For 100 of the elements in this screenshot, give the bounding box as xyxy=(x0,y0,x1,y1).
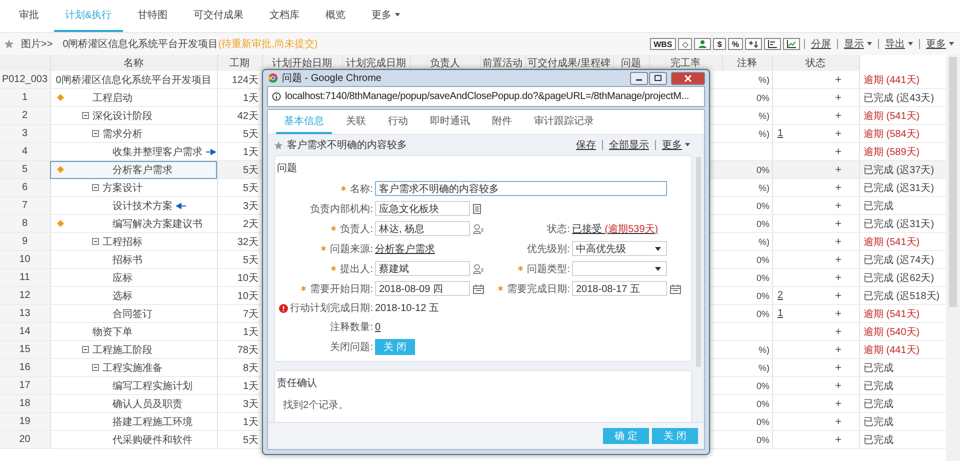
name-cell[interactable]: 工程实施准备 xyxy=(50,358,217,376)
add-note-button[interactable]: + xyxy=(835,434,842,446)
name-cell[interactable]: 招标书 xyxy=(50,250,217,268)
nav-tab[interactable]: 甘特图 xyxy=(126,0,179,32)
name-cell[interactable]: 需求分析 xyxy=(50,124,217,142)
tool-button[interactable]: WBS xyxy=(650,38,676,50)
field-link[interactable]: 分析客户需求 xyxy=(375,242,470,256)
add-note-button[interactable]: + xyxy=(835,110,842,122)
name-cell[interactable]: 物资下单 xyxy=(50,322,217,340)
collapse-icon[interactable] xyxy=(82,112,88,119)
tool-button[interactable]: % xyxy=(728,38,743,50)
name-cell[interactable]: 应标 xyxy=(50,268,217,286)
column-header[interactable]: 名称 xyxy=(50,55,217,71)
action-link[interactable]: 更多 xyxy=(660,138,692,152)
action-link[interactable]: 保存 xyxy=(574,138,598,152)
add-note-button[interactable]: + xyxy=(835,236,842,248)
tab[interactable]: 审计跟踪记录 xyxy=(526,110,602,134)
star-icon[interactable] xyxy=(4,39,14,49)
tab[interactable]: 关联 xyxy=(338,110,374,134)
name-cell[interactable]: 选标 xyxy=(50,286,217,304)
add-note-button[interactable]: + xyxy=(835,308,842,320)
nav-tab[interactable]: 更多 xyxy=(360,0,411,32)
nav-tab[interactable]: 审批 xyxy=(8,0,50,32)
name-cell[interactable]: 工程招标 xyxy=(50,232,217,250)
name-cell[interactable]: 搭建工程施工环境 xyxy=(50,412,217,430)
nav-tab[interactable]: 文档库 xyxy=(258,0,311,32)
tool-button[interactable] xyxy=(764,38,781,50)
column-header[interactable]: 注释 xyxy=(722,55,772,71)
toolbar-menu[interactable]: 导出 xyxy=(883,37,915,51)
name-cell[interactable]: 设计技术方案 xyxy=(50,196,217,214)
tab[interactable]: 行动 xyxy=(380,110,416,134)
nav-tab[interactable]: 概览 xyxy=(314,0,357,32)
minimize-button[interactable] xyxy=(630,72,648,84)
add-note-button[interactable]: + xyxy=(835,398,842,410)
name-cell[interactable]: 工程启动 xyxy=(50,88,217,106)
text-field[interactable]: 蔡建斌 xyxy=(375,261,470,276)
toolbar-menu[interactable]: 显示 xyxy=(842,37,874,51)
add-note-button[interactable]: + xyxy=(835,290,842,302)
note-count-link[interactable]: 2 xyxy=(778,290,784,300)
name-cell[interactable]: 工程施工阶段 xyxy=(50,340,217,358)
person-icon[interactable] xyxy=(473,264,484,274)
close-button[interactable] xyxy=(671,72,705,84)
maximize-button[interactable] xyxy=(649,72,667,84)
add-note-button[interactable]: + xyxy=(835,200,842,212)
collapse-icon[interactable] xyxy=(92,238,98,245)
add-note-button[interactable]: + xyxy=(835,218,842,230)
add-note-button[interactable]: + xyxy=(835,164,842,176)
person-icon[interactable] xyxy=(473,224,484,234)
toolbar-menu[interactable]: 更多 xyxy=(924,37,956,51)
tab[interactable]: 即时通讯 xyxy=(422,110,478,134)
name-cell[interactable]: 深化设计阶段 xyxy=(50,106,217,124)
calendar-icon[interactable] xyxy=(473,284,484,294)
star-icon[interactable] xyxy=(274,140,283,150)
calendar-icon[interactable] xyxy=(670,284,681,294)
name-cell[interactable]: 编写解决方案建议书 xyxy=(50,214,217,232)
note-count-link[interactable]: 1 xyxy=(778,128,784,138)
name-cell[interactable]: 分析客户需求 xyxy=(50,160,217,178)
scrollbar[interactable] xyxy=(946,55,960,461)
add-note-button[interactable]: + xyxy=(835,416,842,428)
add-note-button[interactable]: + xyxy=(835,182,842,194)
name-cell[interactable]: 方案设计 xyxy=(50,178,217,196)
action-link[interactable]: 全部显示 xyxy=(607,138,651,152)
toolbar-menu[interactable]: 分屏 xyxy=(809,37,833,51)
add-note-button[interactable]: + xyxy=(835,272,842,284)
collapse-icon[interactable] xyxy=(92,184,98,191)
column-header[interactable]: 状态 xyxy=(772,55,859,71)
status-link[interactable]: 已接受 (逾期539天) xyxy=(572,222,667,236)
name-cell[interactable]: 代采购硬件和软件 xyxy=(50,430,217,448)
add-note-button[interactable]: + xyxy=(835,380,842,392)
tool-button[interactable]: ◇ xyxy=(678,38,692,50)
collapse-icon[interactable] xyxy=(92,130,98,137)
breadcrumb-link[interactable]: 图片>> xyxy=(21,37,53,51)
add-note-button[interactable]: + xyxy=(835,254,842,266)
add-note-button[interactable]: + xyxy=(835,74,842,86)
dropdown[interactable]: 中高优先级 xyxy=(572,241,667,256)
note-count-link[interactable]: 1 xyxy=(778,308,784,318)
nav-tab[interactable]: 可交付成果 xyxy=(182,0,255,32)
add-note-button[interactable]: + xyxy=(835,128,842,140)
tool-button[interactable] xyxy=(783,38,800,50)
text-field[interactable]: 2018-08-09 四 xyxy=(375,281,470,296)
tool-button[interactable]: $ xyxy=(713,38,726,50)
name-cell[interactable]: 合同签订 xyxy=(50,304,217,322)
list-icon[interactable] xyxy=(473,204,481,214)
add-note-button[interactable]: + xyxy=(835,344,842,356)
text-field[interactable]: 林达, 杨息 xyxy=(375,221,470,236)
text-field[interactable]: 2018-08-17 五 xyxy=(572,281,667,296)
add-note-button[interactable]: + xyxy=(835,92,842,104)
name-cell[interactable]: 0闸桥灌区信息化系统平台开发项目 xyxy=(50,71,217,88)
collapse-icon[interactable] xyxy=(92,364,98,371)
add-note-button[interactable]: + xyxy=(835,362,842,374)
add-note-button[interactable]: + xyxy=(835,326,842,338)
address-bar[interactable]: localhost:7140/8thManage/popup/saveAndClosePopup.do?&pageURL=/8thManage/projectM... xyxy=(267,86,705,107)
scrollbar[interactable] xyxy=(696,157,701,367)
collapse-icon[interactable] xyxy=(82,346,88,353)
name-cell[interactable]: 确认人员及职责 xyxy=(50,394,217,412)
field-link[interactable]: 0 xyxy=(375,322,470,332)
add-note-button[interactable]: + xyxy=(835,146,842,158)
text-field[interactable]: 应急文化板块 xyxy=(375,201,470,216)
tab[interactable]: 附件 xyxy=(484,110,520,134)
column-header[interactable]: 工期 xyxy=(217,55,262,71)
